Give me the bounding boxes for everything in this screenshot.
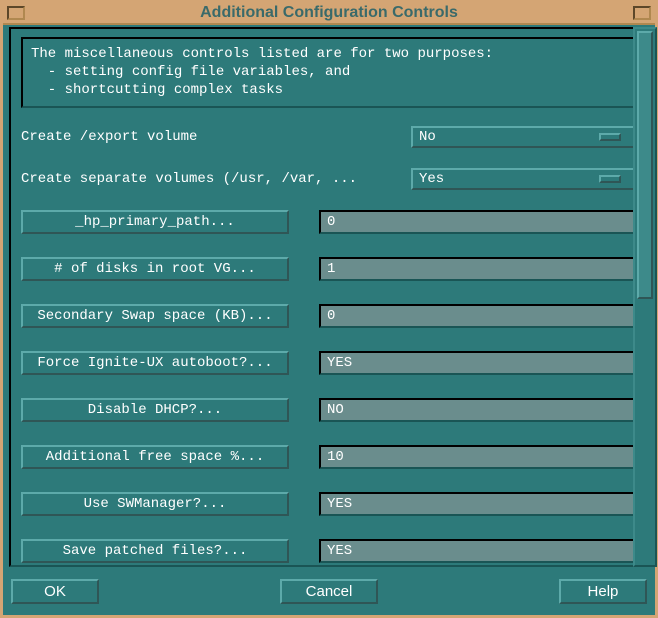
create-separate-row: Create separate volumes (/usr, /var, ...… xyxy=(21,168,637,190)
scroll-thumb[interactable] xyxy=(637,31,653,299)
param-input-swmanager[interactable]: YES xyxy=(319,492,637,516)
param-row-free-space: Additional free space %... 10 xyxy=(21,445,637,469)
param-button-hp-primary-path[interactable]: _hp_primary_path... xyxy=(21,210,289,234)
param-button-swmanager[interactable]: Use SWManager?... xyxy=(21,492,289,516)
vertical-scrollbar[interactable] xyxy=(633,27,657,567)
create-separate-dropdown[interactable]: Yes xyxy=(411,168,637,190)
param-button-disable-dhcp[interactable]: Disable DHCP?... xyxy=(21,398,289,422)
param-row-save-patched: Save patched files?... YES xyxy=(21,539,637,563)
param-button-disks-root-vg[interactable]: # of disks in root VG... xyxy=(21,257,289,281)
help-button[interactable]: Help xyxy=(559,579,647,604)
create-export-row: Create /export volume No xyxy=(21,126,637,148)
param-button-secondary-swap[interactable]: Secondary Swap space (KB)... xyxy=(21,304,289,328)
config-window: Additional Configuration Controls The mi… xyxy=(0,0,658,618)
cancel-button[interactable]: Cancel xyxy=(280,579,379,604)
param-row-secondary-swap: Secondary Swap space (KB)... 0 xyxy=(21,304,637,328)
param-input-save-patched[interactable]: YES xyxy=(319,539,637,563)
titlebar: Additional Configuration Controls xyxy=(3,3,655,25)
param-input-force-autoboot[interactable]: YES xyxy=(319,351,637,375)
param-input-disks-root-vg[interactable]: 1 xyxy=(319,257,637,281)
create-separate-value: Yes xyxy=(419,171,444,187)
param-row-disks-root-vg: # of disks in root VG... 1 xyxy=(21,257,637,281)
param-row-disable-dhcp: Disable DHCP?... NO xyxy=(21,398,637,422)
param-button-force-autoboot[interactable]: Force Ignite-UX autoboot?... xyxy=(21,351,289,375)
param-input-secondary-swap[interactable]: 0 xyxy=(319,304,637,328)
ok-button[interactable]: OK xyxy=(11,579,99,604)
window-title: Additional Configuration Controls xyxy=(25,4,633,22)
param-input-free-space[interactable]: 10 xyxy=(319,445,637,469)
create-export-value: No xyxy=(419,129,436,145)
create-export-dropdown[interactable]: No xyxy=(411,126,637,148)
window-menu-icon[interactable] xyxy=(7,6,25,20)
dropdown-indicator-icon xyxy=(599,175,621,183)
param-row-force-autoboot: Force Ignite-UX autoboot?... YES xyxy=(21,351,637,375)
create-separate-label: Create separate volumes (/usr, /var, ... xyxy=(21,171,411,187)
param-button-free-space[interactable]: Additional free space %... xyxy=(21,445,289,469)
param-row-hp-primary-path: _hp_primary_path... 0 xyxy=(21,210,637,234)
param-input-disable-dhcp[interactable]: NO xyxy=(319,398,637,422)
minimize-icon[interactable] xyxy=(633,6,651,20)
param-input-hp-primary-path[interactable]: 0 xyxy=(319,210,637,234)
param-row-swmanager: Use SWManager?... YES xyxy=(21,492,637,516)
create-export-label: Create /export volume xyxy=(21,129,411,145)
dropdown-indicator-icon xyxy=(599,133,621,141)
param-button-save-patched[interactable]: Save patched files?... xyxy=(21,539,289,563)
footer-buttons: OK Cancel Help xyxy=(9,573,649,609)
description-box: The miscellaneous controls listed are fo… xyxy=(21,37,637,108)
content-area: The miscellaneous controls listed are fo… xyxy=(9,27,649,567)
